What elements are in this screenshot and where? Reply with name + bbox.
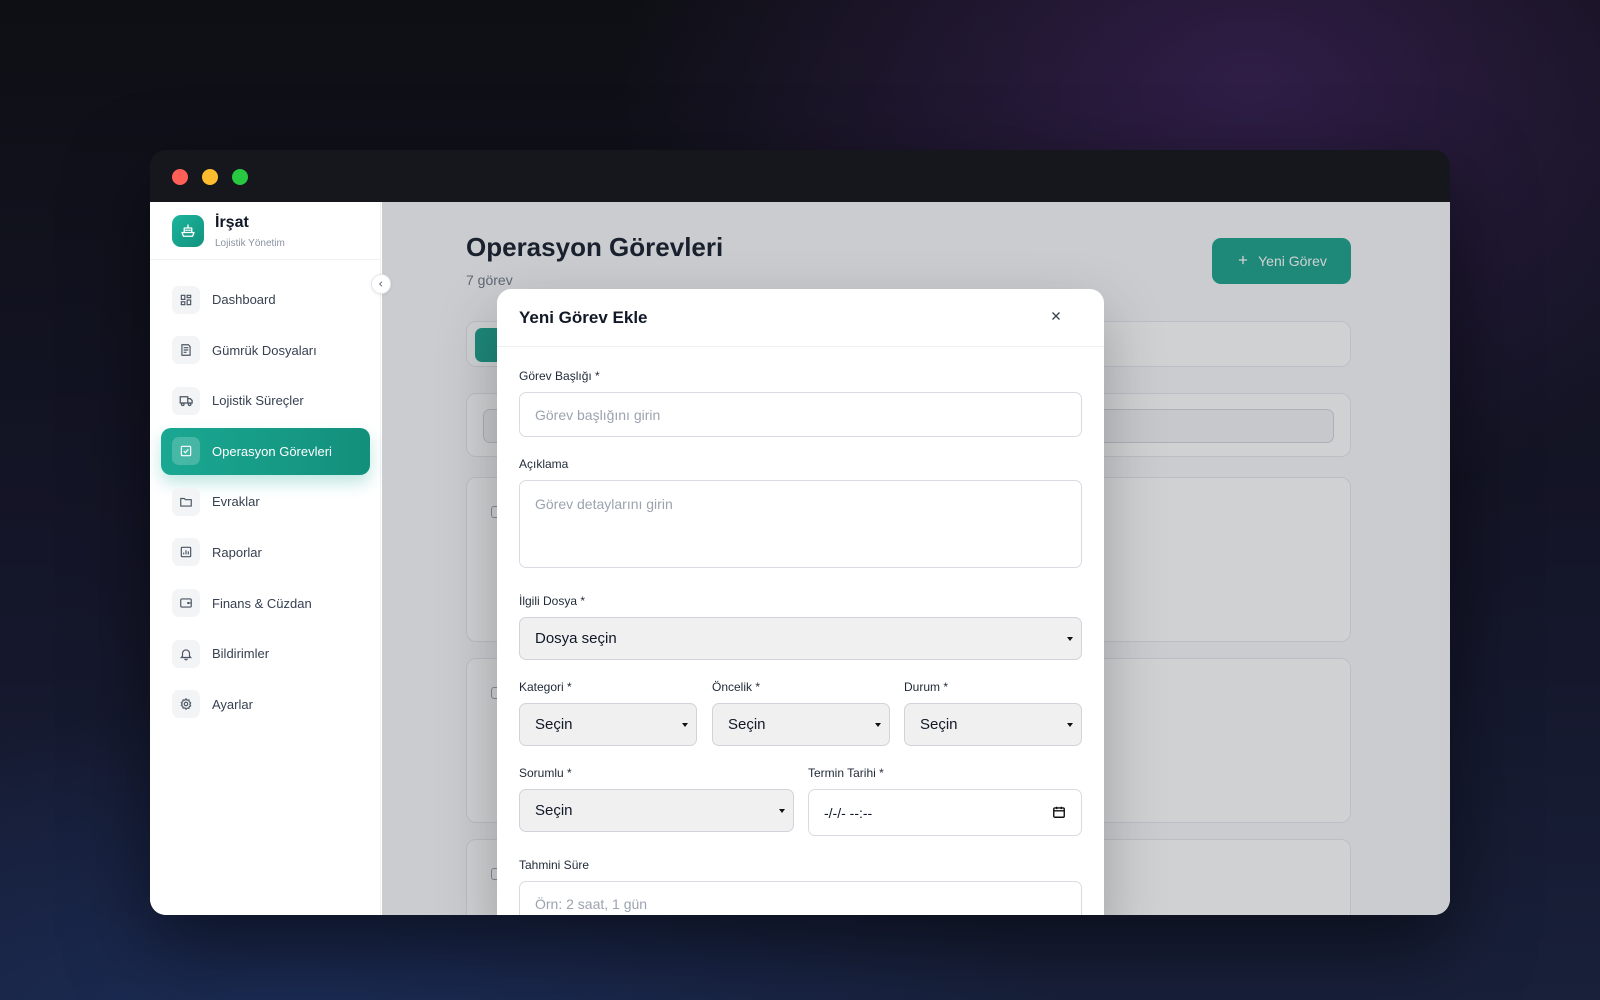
brand-subtitle: Lojistik Yönetim — [215, 238, 285, 249]
file-select[interactable]: Dosya seçin — [519, 617, 1082, 660]
file-label: İlgili Dosya * — [519, 594, 586, 608]
truck-icon — [172, 386, 200, 415]
description-textarea[interactable]: Görev detaylarını girin — [519, 480, 1082, 568]
sidebar-item-raporlar[interactable]: Raporlar — [161, 529, 370, 576]
sidebar-item-label: Raporlar — [212, 544, 262, 560]
ship-icon — [172, 215, 204, 247]
status-select-value: Seçin — [920, 716, 958, 733]
close-modal-button[interactable] — [1045, 307, 1067, 329]
sidebar-item-ayarlar[interactable]: Ayarlar — [161, 681, 370, 728]
chevron-down-icon — [1067, 722, 1073, 727]
category-select-value: Seçin — [535, 716, 573, 733]
due-date-value: -/-/- --:-- — [824, 804, 873, 821]
app-body: İrşat Lojistik Yönetim Dashboard Gümrük … — [150, 202, 1450, 915]
estimate-placeholder: Örn: 2 saat, 1 gün — [535, 895, 648, 912]
description-placeholder: Görev detaylarını girin — [535, 496, 673, 512]
close-window-button[interactable] — [172, 169, 188, 185]
task-title-input[interactable]: Görev başlığını girin — [519, 392, 1082, 437]
chevron-left-icon — [377, 275, 385, 293]
estimate-label: Tahmini Süre — [519, 858, 590, 872]
sidebar-item-label: Bildirimler — [212, 646, 270, 662]
due-date-input[interactable]: -/-/- --:-- — [808, 789, 1082, 836]
sidebar-item-evraklar[interactable]: Evraklar — [161, 478, 370, 525]
sidebar-item-label: Finans & Cüzdan — [212, 595, 312, 611]
collapse-sidebar-button[interactable] — [371, 274, 391, 294]
sidebar-item-operasyon-gorevleri[interactable]: Operasyon Görevleri — [161, 427, 370, 475]
bar-chart-icon — [172, 538, 200, 567]
priority-label: Öncelik * — [712, 680, 761, 694]
app-window: İrşat Lojistik Yönetim Dashboard Gümrük … — [150, 150, 1450, 915]
estimate-input[interactable]: Örn: 2 saat, 1 gün — [519, 881, 1082, 915]
category-select[interactable]: Seçin — [519, 703, 697, 746]
sidebar-item-label: Ayarlar — [212, 696, 253, 712]
title-label: Görev Başlığı * — [519, 369, 600, 383]
modal-header: Yeni Görev Ekle — [497, 289, 1104, 347]
folder-icon — [172, 487, 200, 516]
category-label: Kategori * — [519, 680, 572, 694]
assignee-label: Sorumlu * — [519, 766, 572, 780]
wallet-icon — [172, 589, 200, 618]
check-square-icon — [172, 437, 200, 466]
sidebar-item-lojistik-surecler[interactable]: Lojistik Süreçler — [161, 377, 370, 424]
description-label: Açıklama — [519, 457, 569, 471]
status-select[interactable]: Seçin — [904, 703, 1082, 746]
document-icon — [172, 336, 200, 365]
task-title-placeholder: Görev başlığını girin — [535, 406, 661, 423]
calendar-icon[interactable] — [1052, 805, 1066, 822]
new-task-modal: Yeni Görev Ekle Görev Başlığı * Görev ba… — [497, 289, 1104, 915]
grid-icon — [172, 285, 200, 314]
bell-icon — [172, 639, 200, 668]
main-content: Operasyon Görevleri 7 görev Yeni Görev Y… — [382, 202, 1450, 915]
maximize-window-button[interactable] — [232, 169, 248, 185]
chevron-down-icon — [1067, 636, 1073, 641]
gear-icon — [172, 690, 200, 719]
sidebar-nav: Dashboard Gümrük Dosyaları Lojistik Süre… — [161, 276, 370, 731]
sidebar-item-gumruk-dosyalari[interactable]: Gümrük Dosyaları — [161, 327, 370, 374]
modal-title: Yeni Görev Ekle — [519, 308, 648, 327]
assignee-select[interactable]: Seçin — [519, 789, 794, 832]
sidebar-item-label: Gümrük Dosyaları — [212, 342, 317, 358]
sidebar-item-label: Evraklar — [212, 494, 260, 510]
file-select-value: Dosya seçin — [535, 630, 617, 647]
priority-select[interactable]: Seçin — [712, 703, 890, 746]
window-titlebar — [150, 150, 1450, 202]
sidebar-item-label: Lojistik Süreçler — [212, 393, 304, 409]
due-date-label: Termin Tarihi * — [808, 766, 884, 780]
assignee-select-value: Seçin — [535, 802, 573, 819]
sidebar-item-label: Operasyon Görevleri — [212, 443, 332, 459]
brand-name: İrşat — [215, 214, 249, 231]
chevron-down-icon — [682, 722, 688, 727]
sidebar-item-label: Dashboard — [212, 292, 276, 307]
close-icon — [1050, 309, 1062, 327]
brand: İrşat Lojistik Yönetim — [150, 202, 380, 260]
priority-select-value: Seçin — [728, 716, 766, 733]
minimize-window-button[interactable] — [202, 169, 218, 185]
chevron-down-icon — [779, 808, 785, 813]
sidebar: İrşat Lojistik Yönetim Dashboard Gümrük … — [150, 202, 381, 915]
sidebar-item-dashboard[interactable]: Dashboard — [161, 276, 370, 323]
sidebar-item-bildirimler[interactable]: Bildirimler — [161, 630, 370, 677]
status-label: Durum * — [904, 680, 949, 694]
sidebar-item-finans-cuzdan[interactable]: Finans & Cüzdan — [161, 580, 370, 627]
chevron-down-icon — [875, 722, 881, 727]
